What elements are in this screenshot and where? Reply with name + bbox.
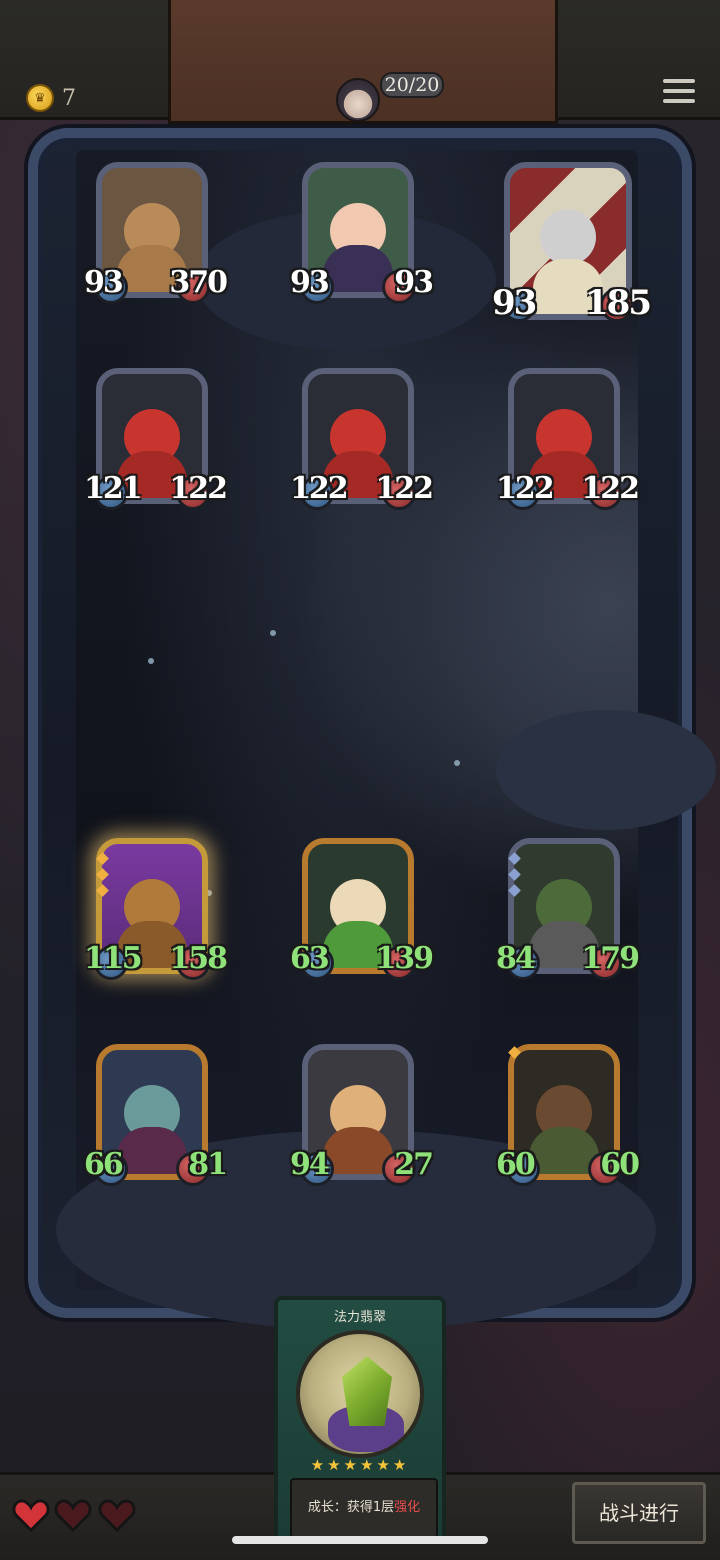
star-sparkle xyxy=(148,658,154,664)
attack-value: 66 xyxy=(84,1147,124,1182)
health-value: 185 xyxy=(585,283,652,323)
attack-value: 93 xyxy=(84,265,124,300)
health-value: 60 xyxy=(600,1147,640,1182)
heart-empty-icon xyxy=(98,1498,136,1533)
attack-value: 94 xyxy=(290,1147,330,1182)
ally-card[interactable]: 115 158 xyxy=(84,830,228,980)
health-value: 370 xyxy=(169,265,228,300)
attack-value: 115 xyxy=(84,941,143,976)
star-sparkle xyxy=(270,630,276,636)
heart-full-icon xyxy=(12,1498,50,1533)
description-text: 成长：获得1层 xyxy=(307,1500,395,1515)
enemy-card[interactable]: 122 122 xyxy=(290,360,434,510)
enemy-card[interactable]: 122 122 xyxy=(496,360,640,510)
home-indicator[interactable] xyxy=(232,1536,488,1544)
star-rating: ★★★★★★ xyxy=(310,1456,410,1474)
star-sparkle xyxy=(454,760,460,766)
shop-card-description: 成长：获得1层强化 xyxy=(290,1478,438,1538)
start-battle-button[interactable]: 战斗进行 xyxy=(572,1482,706,1544)
enemy-card[interactable]: 93 185 xyxy=(492,154,652,326)
ally-card[interactable]: 60 60 xyxy=(496,1036,640,1186)
ally-card[interactable]: 66 81 xyxy=(84,1036,228,1186)
description-keyword: 强化 xyxy=(394,1500,421,1515)
enemy-card[interactable]: 93 370 xyxy=(84,154,228,304)
ally-card[interactable]: 63 139 xyxy=(290,830,434,980)
attack-value: 63 xyxy=(290,941,330,976)
health-value: 27 xyxy=(394,1147,434,1182)
ally-card[interactable]: 84 179 xyxy=(496,830,640,980)
enemy-card[interactable]: 93 93 xyxy=(290,154,434,304)
mana-jade-art xyxy=(296,1330,424,1458)
health-value: 122 xyxy=(375,471,434,506)
player-avatar[interactable] xyxy=(336,78,380,122)
crown-coin-icon: ♛ xyxy=(26,84,54,112)
attack-value: 93 xyxy=(492,283,537,323)
health-value: 122 xyxy=(169,471,228,506)
health-value: 81 xyxy=(188,1147,228,1182)
menu-icon[interactable] xyxy=(662,78,696,112)
attack-value: 93 xyxy=(290,265,330,300)
health-value: 93 xyxy=(394,265,434,300)
shop-card-title: 法力翡翠 xyxy=(333,1310,386,1325)
attack-value: 60 xyxy=(496,1147,536,1182)
health-value: 122 xyxy=(581,471,640,506)
health-value: 139 xyxy=(375,941,434,976)
coin-count: 7 xyxy=(62,86,76,111)
health-value: 158 xyxy=(169,941,228,976)
health-value: 179 xyxy=(581,941,640,976)
cloud xyxy=(496,710,716,830)
shop-card[interactable]: 法力翡翠 ★★★★★★ 成长：获得1层强化 xyxy=(274,1296,446,1544)
heart-empty-icon xyxy=(54,1498,92,1533)
enemy-card[interactable]: 121 122 xyxy=(84,360,228,510)
attack-value: 122 xyxy=(496,471,555,506)
attack-value: 122 xyxy=(290,471,349,506)
ally-card[interactable]: 94 27 xyxy=(290,1036,434,1186)
attack-value: 121 xyxy=(84,471,143,506)
attack-value: 84 xyxy=(496,941,536,976)
population-counter: 20/20 xyxy=(380,72,444,98)
